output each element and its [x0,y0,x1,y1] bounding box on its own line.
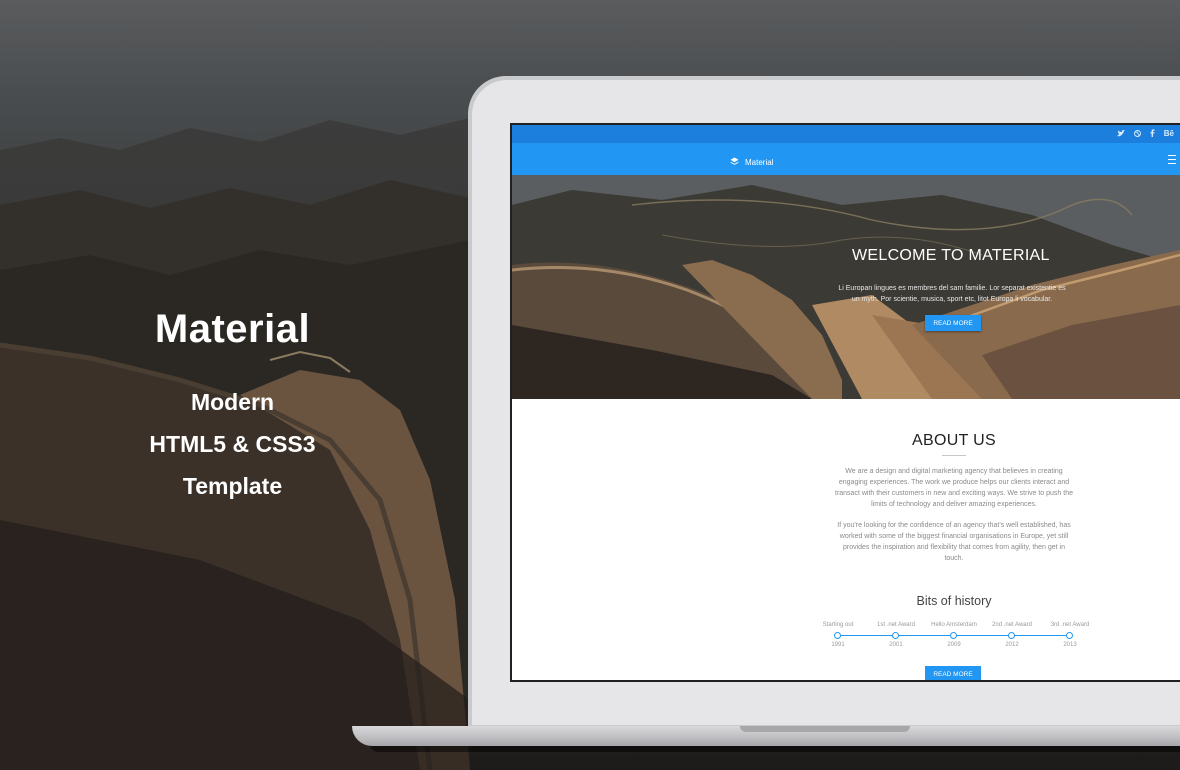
about-paragraph-2: If you're looking for the confidence of … [837,522,1071,562]
layers-icon [730,153,739,171]
hero-text: Li Europan lingues es membres del sam fa… [838,285,1066,303]
timeline-dot[interactable] [892,632,899,639]
laptop-screen: Bē Material WELCOME TO MATERIAL Li Europ… [510,123,1180,682]
hero-title: WELCOME TO MATERIAL [852,247,1050,264]
timeline-label: 1st .net Award [877,622,915,628]
hamburger-menu-icon[interactable] [1168,155,1176,164]
promo-line-template: Template [182,473,283,499]
about-divider [942,455,966,456]
timeline-year: 1991 [831,642,845,648]
history-title: Bits of history [916,594,992,608]
brand-logo[interactable]: Material [730,153,773,171]
hero-read-more-button[interactable]: READ MORE [925,315,981,331]
promo-line-modern: Modern [190,389,275,415]
website-viewport: Bē Material WELCOME TO MATERIAL Li Europ… [512,125,1180,680]
timeline-dot[interactable] [950,632,957,639]
timeline-dot[interactable] [1066,632,1073,639]
timeline-dot[interactable] [834,632,841,639]
timeline-label: Hello Amsterdam [931,622,977,628]
about-title: ABOUT US [912,432,996,449]
timeline-label: 3rd .net Award [1050,622,1090,628]
laptop-notch [740,726,910,732]
timeline-year: 2009 [947,642,961,648]
about-paragraph-1: We are a design and digital marketing ag… [835,468,1073,508]
timeline-year: 2001 [889,642,903,648]
twitter-icon[interactable] [1116,129,1125,139]
dribbble-icon[interactable] [1133,129,1141,139]
read-more-button[interactable]: READ MORE [925,666,981,680]
promo-title: Material [154,307,311,351]
timeline-dot[interactable] [1008,632,1015,639]
hero-section: WELCOME TO MATERIAL Li Europan lingues e… [512,175,1180,399]
facebook-icon[interactable] [1150,129,1155,139]
navbar: Material [512,143,1180,175]
timeline-label: 2nd .net Award [992,622,1032,628]
promo-line-html5-css3: HTML5 & CSS3 [149,431,316,457]
timeline-year: 2013 [1063,642,1077,648]
timeline-year: 2012 [1005,642,1019,648]
behance-icon[interactable]: Bē [1164,130,1174,138]
brand-name: Material [745,157,774,167]
timeline-label: Starting out [822,622,854,628]
social-topbar: Bē [512,125,1180,143]
